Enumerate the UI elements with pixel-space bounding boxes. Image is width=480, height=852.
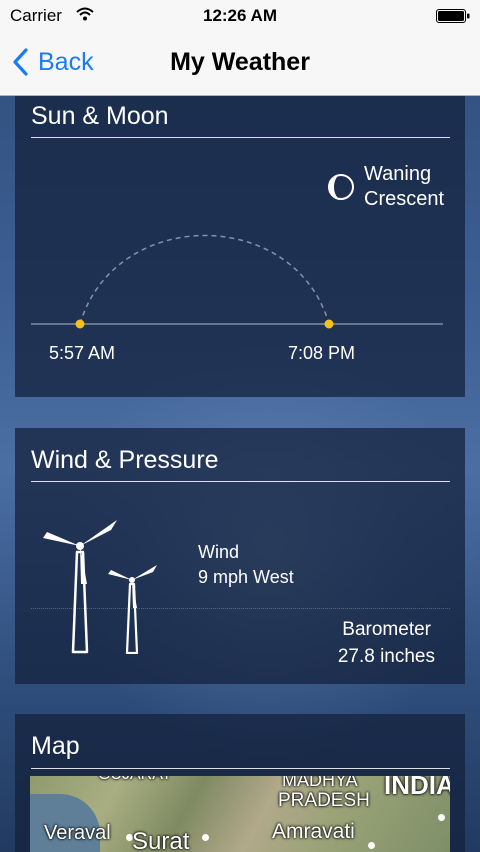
map-label-pradesh: PRADESH [278,790,370,811]
barometer-value: 27.8 inches [337,646,435,667]
sun-moon-card: Sun & Moon Waning Crescent 5:57 AM 7:08 … [15,96,465,397]
map-preview[interactable]: GUJARAT MADHYA PRADESH INDIA Veraval Sur… [30,776,450,852]
wind-pressure-card: Wind & Pressure Wind 9 mph West Baromete… [15,428,465,684]
map-dot-surat [202,834,209,841]
moon-crescent-icon [328,174,354,200]
moon-phase-line1: Waning [364,163,432,185]
map-dot-amravati [368,842,375,849]
status-time: 12:26 AM [202,6,277,25]
sunset-dot [324,319,334,329]
sunset-time: 7:08 PM [288,343,356,363]
map-label-surat: Surat [132,828,190,852]
barometer-label: Barometer [342,619,431,640]
map-label-india: INDIA [384,776,450,800]
wind-pressure-divider [31,481,450,482]
map-label-gujarat: GUJARAT [98,776,171,784]
page-title: My Weather [170,48,310,76]
wind-label: Wind [198,542,240,562]
moon-phase-label: Waning Crescent [364,162,444,212]
wind-turbine-small-icon [108,565,157,654]
map-label-veraval: Veraval [44,822,111,844]
wind-value: 9 mph West [198,567,294,587]
sun-path-arc [79,234,330,325]
battery-icon [436,9,470,23]
wind-pressure-separator [31,608,450,609]
status-bar: Carrier 12:26 AM [0,0,480,32]
map-dot-east [438,814,445,821]
sunrise-dot [75,319,85,329]
map-divider [31,768,450,769]
moon-phase-line2: Crescent [364,188,445,210]
wind-pressure-title: Wind & Pressure [31,446,219,474]
map-label-amravati: Amravati [272,820,355,843]
map-title: Map [31,732,80,760]
map-label-madhya: MADHYA [282,776,358,790]
sunrise-time: 5:57 AM [49,343,116,363]
map-card: Map GUJARAT MADHYA PRADESH INDIA Veraval… [15,714,465,852]
navigation-bar: Back My Weather [0,32,480,96]
